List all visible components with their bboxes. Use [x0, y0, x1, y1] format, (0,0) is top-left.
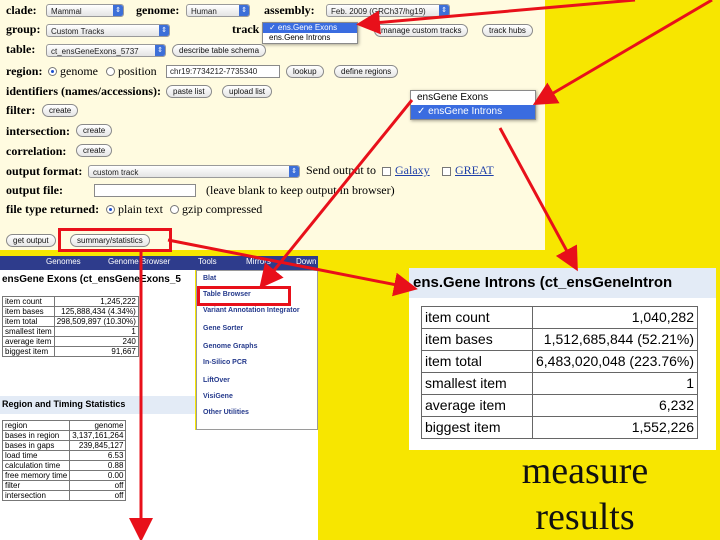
arrow-to-track-popup: [532, 0, 713, 106]
arrow-to-introns-table: [498, 127, 578, 272]
arrow-to-table-browser: [259, 99, 414, 289]
annotation-arrows: [129, 0, 713, 540]
arrow-to-track-menu: [356, 0, 636, 35]
arrow-summary-to-introns: [167, 238, 418, 297]
